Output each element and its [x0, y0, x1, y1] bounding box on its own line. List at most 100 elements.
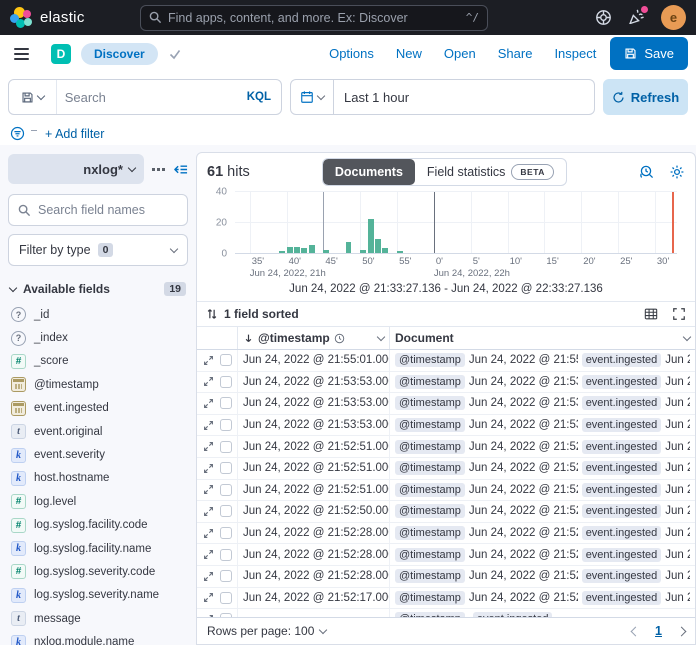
timestamp-cell[interactable]: Jun 24, 2022 @ 21:52:51.000 — [237, 458, 389, 479]
expand-row-icon[interactable] — [203, 398, 214, 409]
toolbar-link-inspect[interactable]: Inspect — [554, 46, 596, 61]
toolbar-link-options[interactable]: Options — [329, 46, 374, 61]
field-item[interactable]: khost.hostname — [8, 467, 188, 490]
document-cell[interactable]: @timestamp Jun 24, 2022 @ 21:52:50.000 e… — [389, 501, 695, 522]
field-item[interactable]: klog.syslog.severity.name — [8, 584, 188, 607]
field-search-input[interactable] — [38, 203, 178, 217]
add-filter-link[interactable]: + Add filter — [45, 127, 104, 141]
field-item[interactable]: ?_id — [8, 303, 188, 326]
timestamp-cell[interactable] — [237, 609, 389, 617]
field-item[interactable]: ?_index — [8, 326, 188, 349]
row-checkbox[interactable] — [220, 549, 232, 561]
save-button[interactable]: Save — [610, 37, 688, 70]
field-item[interactable]: event.ingested — [8, 397, 188, 420]
histogram-bar[interactable] — [301, 248, 307, 253]
user-avatar[interactable]: e — [661, 5, 686, 30]
document-cell[interactable]: @timestamp Jun 24, 2022 @ 21:53:53.000 e… — [389, 415, 695, 436]
histogram-bar[interactable] — [287, 247, 293, 253]
histogram-bar[interactable] — [346, 242, 352, 253]
histogram-bar[interactable] — [375, 239, 381, 253]
expand-row-icon[interactable] — [203, 355, 214, 366]
row-checkbox[interactable] — [220, 397, 232, 409]
time-range-field[interactable]: Last 1 hour — [334, 79, 595, 115]
document-cell[interactable]: @timestamp Jun 24, 2022 @ 21:55:01.000 e… — [389, 350, 695, 371]
timestamp-cell[interactable]: Jun 24, 2022 @ 21:52:28.000 — [237, 544, 389, 565]
expand-row-icon[interactable] — [203, 376, 214, 387]
row-checkbox[interactable] — [220, 505, 232, 517]
field-item[interactable]: #_score — [8, 350, 188, 373]
document-cell[interactable]: @timestamp Jun 24, 2022 @ 21:52:51.000 e… — [389, 480, 695, 501]
guided-setup-icon[interactable] — [595, 9, 612, 26]
timestamp-cell[interactable]: Jun 24, 2022 @ 21:52:28.000 — [237, 566, 389, 587]
row-checkbox[interactable] — [220, 484, 232, 496]
toolbar-link-share[interactable]: Share — [498, 46, 533, 61]
sorted-fields-button[interactable]: 1 field sorted — [224, 307, 299, 321]
row-checkbox[interactable] — [220, 419, 232, 431]
newsfeed-icon[interactable] — [628, 9, 645, 26]
expand-row-icon[interactable] — [203, 506, 214, 517]
field-item[interactable]: @timestamp — [8, 373, 188, 396]
row-checkbox[interactable] — [220, 462, 232, 474]
histogram-bar[interactable] — [360, 250, 366, 253]
document-cell[interactable]: @timestamp Jun 24, 2022 @ 21:52:28.000 e… — [389, 566, 695, 587]
expand-row-icon[interactable] — [203, 592, 214, 603]
field-item[interactable]: #log.syslog.facility.code — [8, 514, 188, 537]
saved-query-menu-button[interactable] — [9, 80, 57, 114]
row-checkbox[interactable] — [220, 354, 232, 366]
field-item[interactable]: tevent.original — [8, 420, 188, 443]
display-options-icon[interactable] — [644, 307, 658, 321]
document-cell[interactable]: @timestamp Jun 24, 2022 @ 21:52:51.000 e… — [389, 458, 695, 479]
timestamp-cell[interactable]: Jun 24, 2022 @ 21:53:53.000 — [237, 372, 389, 393]
histogram-bar[interactable] — [323, 250, 329, 253]
available-fields-toggle[interactable]: Available fields 19 — [10, 282, 186, 296]
tab-documents[interactable]: Documents — [323, 159, 415, 185]
field-item[interactable]: knxlog.module.name — [8, 630, 188, 645]
toolbar-link-new[interactable]: New — [396, 46, 422, 61]
document-cell[interactable]: @timestamp Jun 24, 2022 @ 21:53:53.000 e… — [389, 372, 695, 393]
row-checkbox[interactable] — [220, 376, 232, 388]
collapse-sidebar-icon[interactable] — [173, 162, 188, 177]
timestamp-cell[interactable]: Jun 24, 2022 @ 21:52:28.000 — [237, 523, 389, 544]
row-checkbox[interactable] — [220, 592, 232, 604]
toolbar-link-open[interactable]: Open — [444, 46, 476, 61]
field-options-icon[interactable] — [150, 166, 167, 173]
histogram[interactable]: 02040 35'40'45'50'55'0'5'10'15'20'25'30'… — [201, 188, 691, 280]
breadcrumb[interactable]: Discover — [81, 43, 158, 65]
filter-menu-icon[interactable] — [10, 126, 25, 141]
expand-row-icon[interactable] — [203, 420, 214, 431]
query-language-button[interactable]: KQL — [247, 91, 273, 103]
histogram-bar[interactable] — [294, 247, 300, 253]
header-timestamp-column[interactable]: @timestamp — [237, 327, 389, 349]
search-session-icon[interactable] — [639, 164, 655, 180]
previous-page-icon[interactable] — [631, 626, 641, 636]
expand-row-icon[interactable] — [203, 463, 214, 474]
timestamp-cell[interactable]: Jun 24, 2022 @ 21:55:01.000 — [237, 350, 389, 371]
fullscreen-icon[interactable] — [672, 307, 686, 321]
histogram-plot[interactable] — [235, 192, 677, 254]
timestamp-cell[interactable]: Jun 24, 2022 @ 21:52:51.000 — [237, 480, 389, 501]
histogram-bar[interactable] — [397, 251, 403, 253]
column-menu-chevron[interactable] — [683, 332, 691, 340]
field-search[interactable] — [8, 194, 188, 226]
timestamp-cell[interactable]: Jun 24, 2022 @ 21:52:51.000 — [237, 436, 389, 457]
field-item[interactable]: klog.syslog.facility.name — [8, 537, 188, 560]
histogram-bar[interactable] — [279, 251, 285, 253]
date-picker-menu-button[interactable] — [290, 79, 334, 115]
expand-row-icon[interactable] — [203, 549, 214, 560]
timestamp-cell[interactable]: Jun 24, 2022 @ 21:53:53.000 — [237, 393, 389, 414]
column-menu-chevron[interactable] — [377, 332, 385, 340]
document-cell[interactable]: @timestamp Jun 24, 2022 @ 21:53:53.000 e… — [389, 393, 695, 414]
field-item[interactable]: #log.syslog.severity.code — [8, 560, 188, 583]
rows-per-page-button[interactable]: Rows per page: 100 — [207, 624, 326, 638]
page-number[interactable]: 1 — [655, 624, 662, 638]
refresh-button[interactable]: Refresh — [603, 79, 688, 115]
menu-icon[interactable] — [8, 44, 35, 64]
histogram-bar[interactable] — [382, 248, 388, 253]
histogram-bar[interactable] — [368, 219, 374, 253]
tab-field-statistics[interactable]: Field statistics BETA — [415, 159, 566, 185]
next-page-icon[interactable] — [677, 626, 687, 636]
global-search-input[interactable] — [168, 11, 460, 25]
histogram-bar[interactable] — [309, 245, 315, 253]
header-document-column[interactable]: Document — [389, 327, 695, 349]
global-search[interactable]: ^/ — [140, 5, 488, 31]
